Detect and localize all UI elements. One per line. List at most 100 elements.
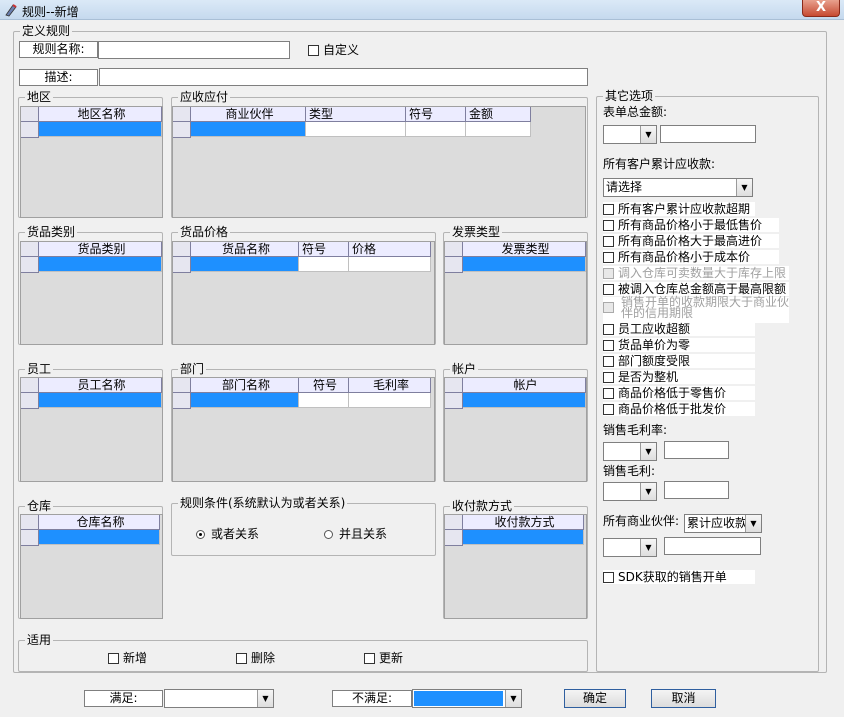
margin-rate-cell[interactable] — [349, 393, 431, 408]
symbol-header[interactable]: 符号 — [299, 242, 349, 257]
staff-name-cell[interactable] — [39, 393, 162, 408]
payment-method-cell[interactable] — [463, 530, 584, 545]
check-price-below-min-sale[interactable]: 所有商品价格小于最低售价 — [603, 218, 779, 232]
close-button[interactable]: X — [802, 0, 840, 17]
price-header[interactable]: 价格 — [349, 242, 431, 257]
row-header[interactable] — [21, 257, 39, 273]
satisfy-select[interactable]: ▼ — [164, 689, 274, 708]
chevron-down-icon[interactable]: ▼ — [736, 179, 752, 196]
check-price-below-wholesale[interactable]: 商品价格低于批发价 — [603, 402, 755, 416]
department-name-header[interactable]: 部门名称 — [191, 378, 299, 393]
account-grid[interactable]: 帐户 — [444, 377, 587, 482]
goods-category-grid[interactable]: 货品类别 — [20, 241, 163, 345]
chevron-down-icon[interactable]: ▼ — [640, 126, 656, 143]
goods-price-grid[interactable]: 货品名称 符号 价格 — [172, 241, 435, 345]
margin-rate-header[interactable]: 毛利率 — [349, 378, 431, 393]
check-is-complete-machine[interactable]: 是否为整机 — [603, 370, 755, 384]
amount-header[interactable]: 金额 — [466, 107, 531, 122]
all-partners-select[interactable]: 累计应收款 ▼ — [684, 514, 762, 533]
and-relation-radio[interactable]: 并且关系 — [324, 527, 387, 541]
amount-cell[interactable] — [466, 122, 531, 137]
total-amount-operator-select[interactable]: ▼ — [603, 125, 657, 144]
symbol-cell[interactable] — [299, 257, 349, 272]
invoice-type-header[interactable]: 发票类型 — [463, 242, 586, 257]
check-staff-ar-excess[interactable]: 员工应收超额 — [603, 322, 755, 336]
department-name-cell[interactable] — [191, 393, 299, 408]
row-header[interactable] — [445, 393, 463, 409]
all-customers-ar-select[interactable]: 请选择 ▼ — [603, 178, 753, 197]
sales-margin-operator-select[interactable]: ▼ — [603, 482, 657, 501]
sales-margin-input[interactable] — [664, 481, 729, 499]
payment-method-grid[interactable]: 收付款方式 — [444, 514, 587, 619]
symbol-header[interactable]: 符号 — [299, 378, 349, 393]
partner-cell[interactable] — [191, 122, 306, 137]
chevron-down-icon[interactable]: ▼ — [640, 483, 656, 500]
row-header[interactable] — [445, 257, 463, 273]
rule-name-input[interactable] — [98, 41, 290, 59]
goods-category-cell[interactable] — [39, 257, 162, 272]
payment-method-header[interactable]: 收付款方式 — [463, 515, 584, 530]
apply-update-checkbox[interactable]: 更新 — [364, 651, 403, 665]
chevron-down-icon[interactable]: ▼ — [257, 690, 273, 707]
check-transfer-qty-over-limit[interactable]: 调入仓库可卖数量大于库存上限 — [603, 266, 789, 280]
custom-checkbox[interactable]: 自定义 — [308, 43, 359, 57]
staff-name-header[interactable]: 员工名称 — [39, 378, 162, 393]
region-cell[interactable] — [39, 122, 162, 137]
row-header[interactable] — [445, 530, 463, 546]
row-header[interactable] — [173, 257, 191, 273]
warehouse-name-header[interactable]: 仓库名称 — [39, 515, 160, 530]
ok-button[interactable]: 确定 — [564, 689, 626, 708]
chevron-down-icon[interactable]: ▼ — [505, 690, 521, 707]
account-cell[interactable] — [463, 393, 586, 408]
warehouse-grid[interactable]: 仓库名称 — [20, 514, 163, 619]
account-header[interactable]: 帐户 — [463, 378, 586, 393]
apply-add-checkbox[interactable]: 新增 — [108, 651, 147, 665]
check-price-above-max-purchase[interactable]: 所有商品价格大于最高进价 — [603, 234, 779, 248]
check-unit-price-zero[interactable]: 货品单价为零 — [603, 338, 755, 352]
unsatisfy-select[interactable]: ▼ — [412, 689, 522, 708]
cancel-button[interactable]: 取消 — [651, 689, 716, 708]
goods-category-header[interactable]: 货品类别 — [39, 242, 162, 257]
goods-name-cell[interactable] — [191, 257, 299, 272]
check-dept-quota-limited[interactable]: 部门额度受限 — [603, 354, 755, 368]
or-relation-radio[interactable]: 或者关系 — [196, 527, 259, 541]
row-header[interactable] — [21, 530, 39, 546]
description-input[interactable] — [99, 68, 588, 86]
chevron-down-icon[interactable]: ▼ — [640, 443, 656, 460]
row-header[interactable] — [173, 122, 191, 138]
partner-amount-input[interactable] — [664, 537, 761, 555]
symbol-header[interactable]: 符号 — [406, 107, 466, 122]
price-cell[interactable] — [349, 257, 431, 272]
symbol-cell[interactable] — [299, 393, 349, 408]
type-header[interactable]: 类型 — [306, 107, 406, 122]
check-price-below-retail[interactable]: 商品价格低于零售价 — [603, 386, 755, 400]
row-header[interactable] — [21, 393, 39, 409]
row-header[interactable] — [21, 122, 39, 138]
sales-margin-rate-operator-select[interactable]: ▼ — [603, 442, 657, 461]
partner-operator-select[interactable]: ▼ — [603, 538, 657, 557]
checkbox-box — [236, 653, 247, 664]
staff-grid[interactable]: 员工名称 — [20, 377, 163, 482]
region-grid[interactable]: 地区名称 — [20, 106, 163, 218]
check-price-below-cost[interactable]: 所有商品价格小于成本价 — [603, 250, 779, 264]
partner-header[interactable]: 商业伙伴 — [191, 107, 306, 122]
check-ar-overdue[interactable]: 所有客户累计应收款超期 — [603, 202, 755, 216]
ar-ap-grid[interactable]: 商业伙伴 类型 符号 金额 — [172, 106, 586, 218]
invoice-type-grid[interactable]: 发票类型 — [444, 241, 587, 345]
check-sdk-sales-order[interactable]: SDK获取的销售开单 — [603, 570, 755, 584]
warehouse-name-cell[interactable] — [39, 530, 160, 545]
check-transfer-amount-over-limit[interactable]: 被调入仓库总金额高于最高限额 — [603, 282, 789, 296]
apply-delete-checkbox[interactable]: 删除 — [236, 651, 275, 665]
invoice-type-cell[interactable] — [463, 257, 586, 272]
symbol-cell[interactable] — [406, 122, 466, 137]
region-name-header[interactable]: 地区名称 — [39, 107, 162, 122]
total-amount-input[interactable] — [660, 125, 756, 143]
department-grid[interactable]: 部门名称 符号 毛利率 — [172, 377, 435, 482]
sales-margin-rate-input[interactable] — [664, 441, 729, 459]
row-header[interactable] — [173, 393, 191, 409]
type-cell[interactable] — [306, 122, 406, 137]
check-collection-term-over-credit[interactable]: 销售开单的收款期限大于商业伙伴的信用期限 — [603, 296, 789, 323]
goods-name-header[interactable]: 货品名称 — [191, 242, 299, 257]
chevron-down-icon[interactable]: ▼ — [745, 515, 761, 532]
chevron-down-icon[interactable]: ▼ — [640, 539, 656, 556]
